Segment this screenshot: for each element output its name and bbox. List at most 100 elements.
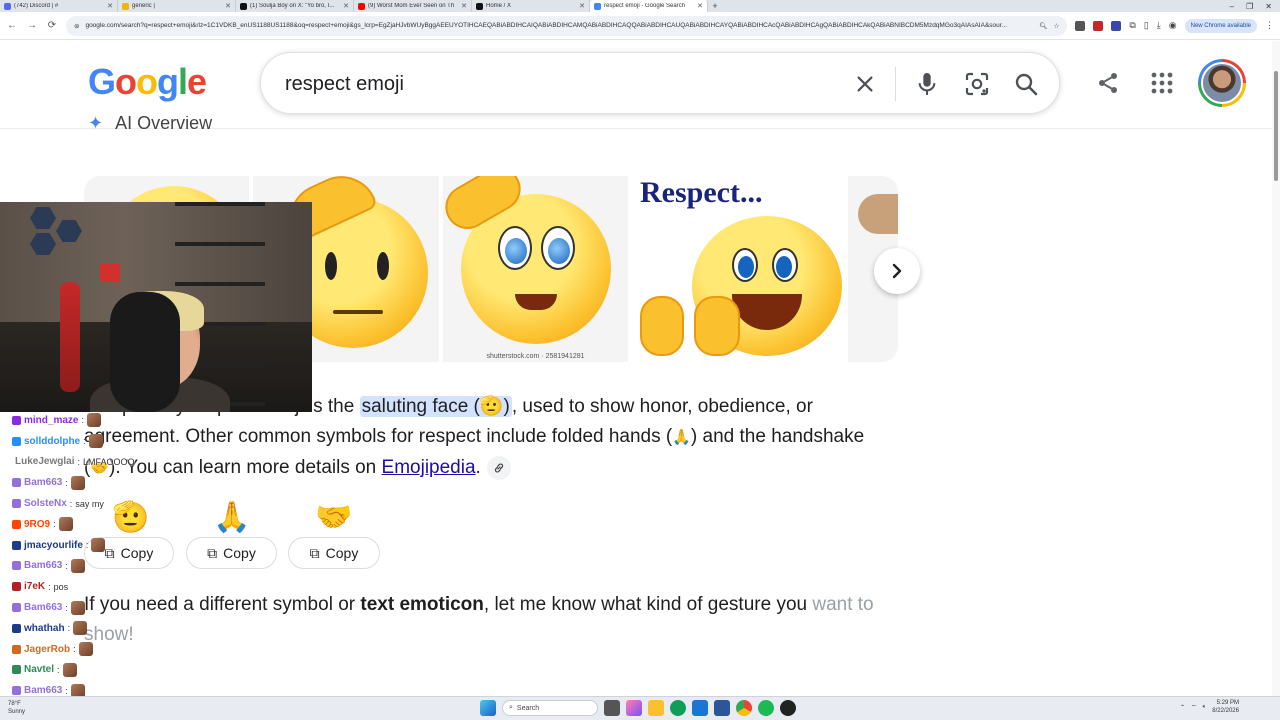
close-tab-icon[interactable]: ✕ [343,2,349,10]
profile-icon[interactable]: ◉ [1169,20,1177,31]
extension-icon[interactable] [1093,20,1104,31]
share-icon[interactable] [1094,69,1122,97]
stream-chat-overlay: mind_maze: sollddolphe: LukeJewglai: LMFAOO… [12,410,135,698]
chat-username: i7eK [24,581,46,593]
account-avatar[interactable] [1198,59,1246,107]
emojipedia-link[interactable]: Emojipedia [382,457,476,478]
omnibox[interactable]: ⊜ google.com/search?q=respect+emoji&rlz=… [66,15,1068,36]
store-icon[interactable] [692,700,708,716]
chat-emote-icon [86,413,101,428]
restore-icon[interactable]: ❐ [1246,2,1253,11]
browser-tab[interactable]: Home / X ✕ [472,0,590,12]
menu-dots-icon[interactable]: ⋮ [1265,20,1274,31]
chat-badge-icon [12,540,21,550]
chat-badge-icon [12,436,21,446]
image-result[interactable]: shutterstock.com · 2581941281 [443,176,628,362]
apps-grid-icon[interactable] [1148,69,1176,97]
minimize-icon[interactable]: – [1230,2,1234,11]
url-text: google.com/search?q=respect+emoji&rlz=1C… [85,22,1007,29]
copilot-icon[interactable] [626,700,642,716]
carousel-next-button[interactable] [874,248,920,294]
chat-text: LMFAOOOO [82,456,135,467]
chat-message: SolsteNx: say my [12,493,122,514]
bookmark-star-icon[interactable]: ☆ [1054,22,1060,30]
extensions-puzzle-icon[interactable]: ⧉ [1129,20,1135,31]
search-input[interactable] [285,71,825,97]
close-tab-icon[interactable]: ✕ [225,2,231,10]
weather-widget[interactable]: 78°F Sunny [8,700,25,716]
image-overlay-text: Respect... [640,176,763,209]
chat-username: sollddolphe [24,435,81,447]
chat-message: i7eK: pos [12,576,122,597]
app-icon[interactable] [714,700,730,716]
new-chrome-available-button[interactable]: New Chrome available [1184,18,1257,33]
address-bar: ← → ⟳ ⊜ google.com/search?q=respect+emoj… [0,12,1280,40]
close-tab-icon[interactable]: ✕ [107,2,113,10]
chat-badge-icon [12,499,21,509]
spotify-icon[interactable] [758,700,774,716]
task-view-icon[interactable] [604,700,620,716]
chat-emote-icon [73,621,88,636]
clear-icon[interactable] [850,69,880,99]
close-window-icon[interactable]: ✕ [1265,2,1272,11]
browser-tab[interactable]: respect emoji - Google Search ✕ [590,0,708,12]
tab-favicon-icon [358,2,365,10]
mic-icon[interactable] [912,69,942,99]
image-result[interactable]: Respect... [632,176,844,362]
windows-taskbar: 78°F Sunny ⌕ Search ⌃ ⌔ 🔈︎ 5:29 PM 8/22/2… [0,696,1280,720]
back-icon[interactable]: ← [6,20,18,31]
page-scrollbar[interactable] [1272,41,1280,696]
extension-icon[interactable] [1111,20,1122,31]
sidepanel-icon[interactable]: ▯ [1144,20,1149,31]
browser-tab[interactable]: generic | ✕ [118,0,236,12]
clock[interactable]: 5:29 PM 8/22/2026 [1212,699,1239,715]
browser-tab[interactable]: (1) Soulja Boy on X: "Yo bro, I... ✕ [236,0,354,12]
chat-emote-icon [70,475,85,490]
volume-icon[interactable]: 🔈︎ [1203,704,1207,711]
ai-overview-followup: If you need a different symbol or text e… [84,594,874,645]
chat-username: Navtel [24,664,55,676]
copy-button[interactable]: ⧉ Copy [288,537,380,569]
google-logo[interactable]: Google [88,61,207,103]
close-tab-icon[interactable]: ✕ [697,2,703,10]
file-explorer-icon[interactable] [648,700,664,716]
new-tab-button[interactable]: + [708,1,722,11]
search-icon[interactable] [1011,69,1041,99]
downloads-icon[interactable]: ⤓ [1157,20,1161,31]
tray-chevron-icon[interactable]: ⌃ [1180,704,1185,711]
browser-tab[interactable]: (9) Worst Mom Ever Seen on Th ✕ [354,0,472,12]
search-icon: ⌕ [509,704,513,711]
source-link-button[interactable] [486,455,511,480]
close-tab-icon[interactable]: ✕ [579,2,585,10]
browser-tab[interactable]: (742) Discord | # ✕ [0,0,118,12]
obs-icon[interactable] [780,700,796,716]
reload-icon[interactable]: ⟳ [46,20,58,31]
site-info-icon[interactable]: ⊜ [74,22,79,30]
search-lens-icon[interactable]: 🔍︎ [1039,22,1047,30]
copy-button[interactable]: ⧉ Copy [186,537,277,569]
chat-message: Navtel: [12,660,122,681]
network-icon[interactable]: ⌔ [1191,703,1197,711]
tab-favicon-icon [476,2,483,10]
chrome-icon[interactable] [736,700,752,716]
chat-badge-icon [12,561,21,571]
chat-emote-icon [70,600,85,615]
chat-message: mind_maze: [12,410,122,431]
chat-badge-icon [12,603,21,613]
lens-camera-icon[interactable] [962,69,992,99]
taskbar-search[interactable]: ⌕ Search [502,700,598,716]
webcam-overlay [0,202,312,412]
tab-title: Home / X [486,3,512,9]
extension-icon[interactable] [1075,20,1086,31]
chat-emote-icon [88,434,103,449]
chat-username: Bam663 [24,477,63,489]
scroll-thumb[interactable] [1274,71,1278,181]
highlighted-answer: saluting face (🫡) [359,396,512,417]
gemini-spark-icon: ✦ [88,116,104,130]
forward-icon[interactable]: → [26,20,38,31]
chat-emote-icon [62,662,77,677]
start-icon[interactable] [480,700,496,716]
edge-icon[interactable] [670,700,686,716]
close-tab-icon[interactable]: ✕ [461,2,467,10]
chat-message: LukeJewglai: LMFAOOOO [15,456,135,468]
